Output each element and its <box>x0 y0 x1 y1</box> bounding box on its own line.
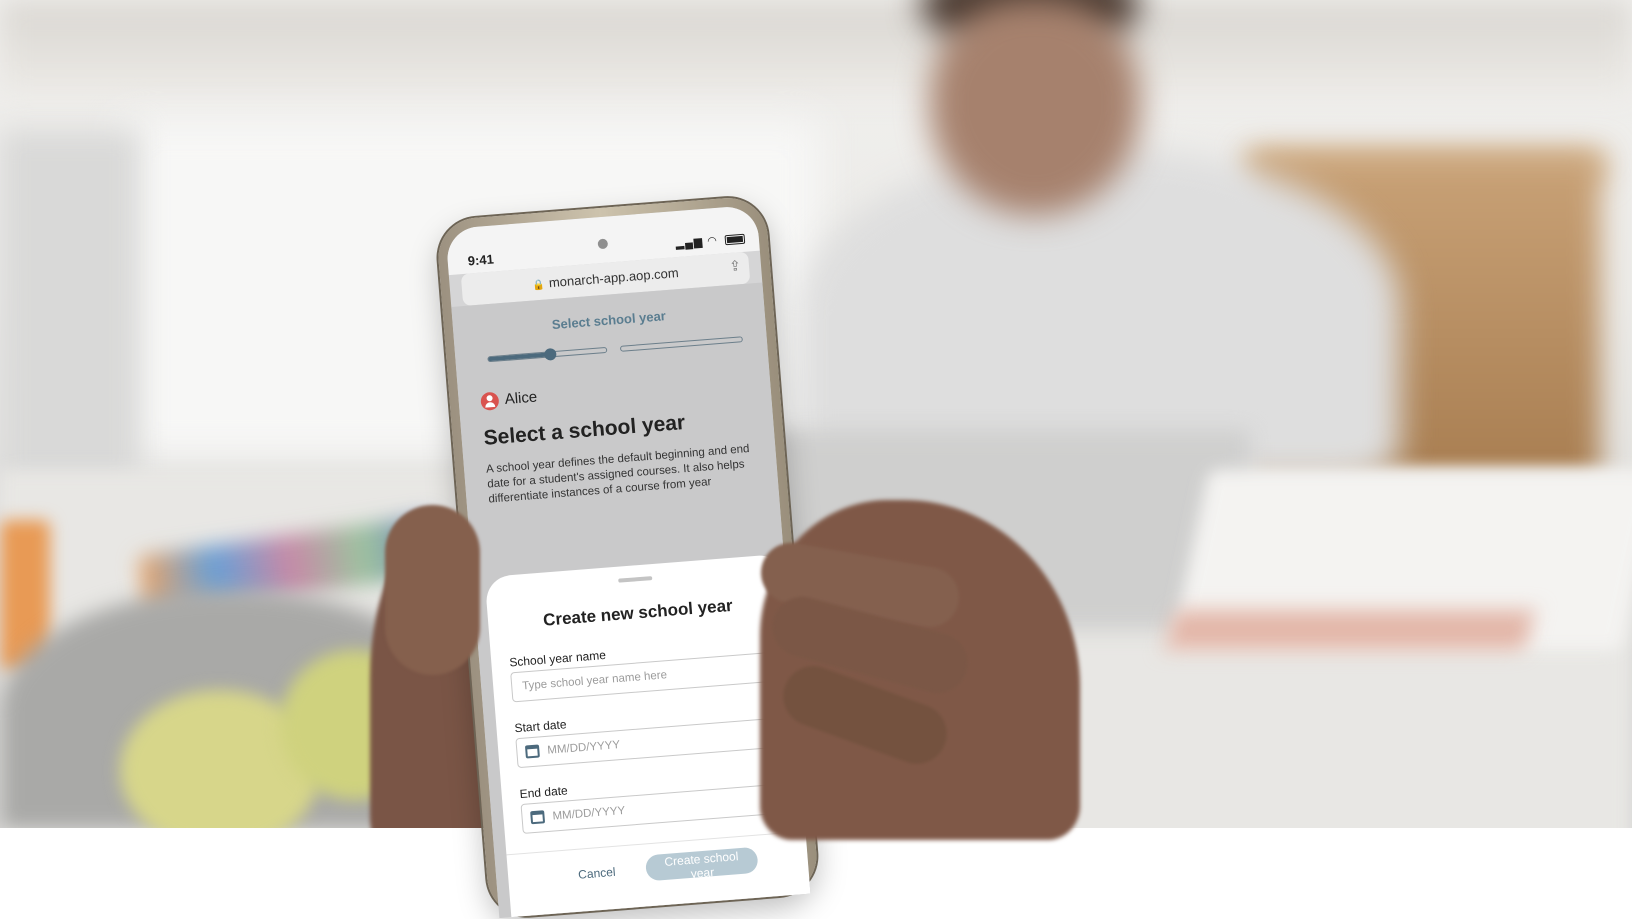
page-description: A school year defines the default beginn… <box>485 443 750 506</box>
step-progress <box>487 336 743 363</box>
phone-screen: 9:41 ▂▄▆ ◠ 🔒 monarch-app.aop.com ⇪ Select… <box>445 204 811 919</box>
start-date-label: Start date <box>514 717 567 736</box>
lock-icon: 🔒 <box>532 279 546 292</box>
background-laptop <box>770 430 1250 630</box>
progress-knob <box>543 347 557 361</box>
phone-frame: 9:41 ▂▄▆ ◠ 🔒 monarch-app.aop.com ⇪ Select… <box>435 195 820 919</box>
url-text: monarch-app.aop.com <box>548 265 680 291</box>
calendar-icon[interactable] <box>530 810 546 825</box>
share-icon[interactable]: ⇪ <box>729 257 742 275</box>
background-shelf <box>0 0 1632 95</box>
wifi-icon: ◠ <box>706 234 719 248</box>
page-heading: Select a school year <box>482 411 686 450</box>
background-book-edge <box>1165 610 1535 650</box>
sheet-title: Create new school year <box>542 595 734 630</box>
end-date-label: End date <box>519 783 569 802</box>
status-time: 9:41 <box>467 251 495 269</box>
cancel-button[interactable]: Cancel <box>578 865 616 882</box>
web-page: Select school year Alice Select a school… <box>451 282 811 919</box>
status-icons: ▂▄▆ ◠ <box>675 232 746 251</box>
progress-step-1 <box>487 346 608 363</box>
student-indicator: Alice <box>480 389 538 411</box>
sheet-divider <box>506 830 806 856</box>
sheet-grabber[interactable] <box>618 576 653 583</box>
smartphone: 9:41 ▂▄▆ ◠ 🔒 monarch-app.aop.com ⇪ Select… <box>435 195 820 919</box>
progress-step-1-fill <box>488 352 551 362</box>
create-school-year-sheet: Create new school year School year name … <box>484 553 811 918</box>
user-avatar-icon <box>480 391 500 411</box>
progress-step-2 <box>619 336 743 352</box>
create-school-year-button[interactable]: Create school year <box>644 846 759 882</box>
page-title: Select school year <box>551 308 667 333</box>
signal-icon: ▂▄▆ <box>675 236 704 251</box>
background-person-face <box>930 0 1140 215</box>
student-name: Alice <box>504 388 538 409</box>
front-camera <box>597 238 609 250</box>
battery-icon <box>724 233 746 246</box>
background-pillar <box>0 130 140 490</box>
background-photo <box>0 0 1632 828</box>
calendar-icon[interactable] <box>524 744 540 759</box>
